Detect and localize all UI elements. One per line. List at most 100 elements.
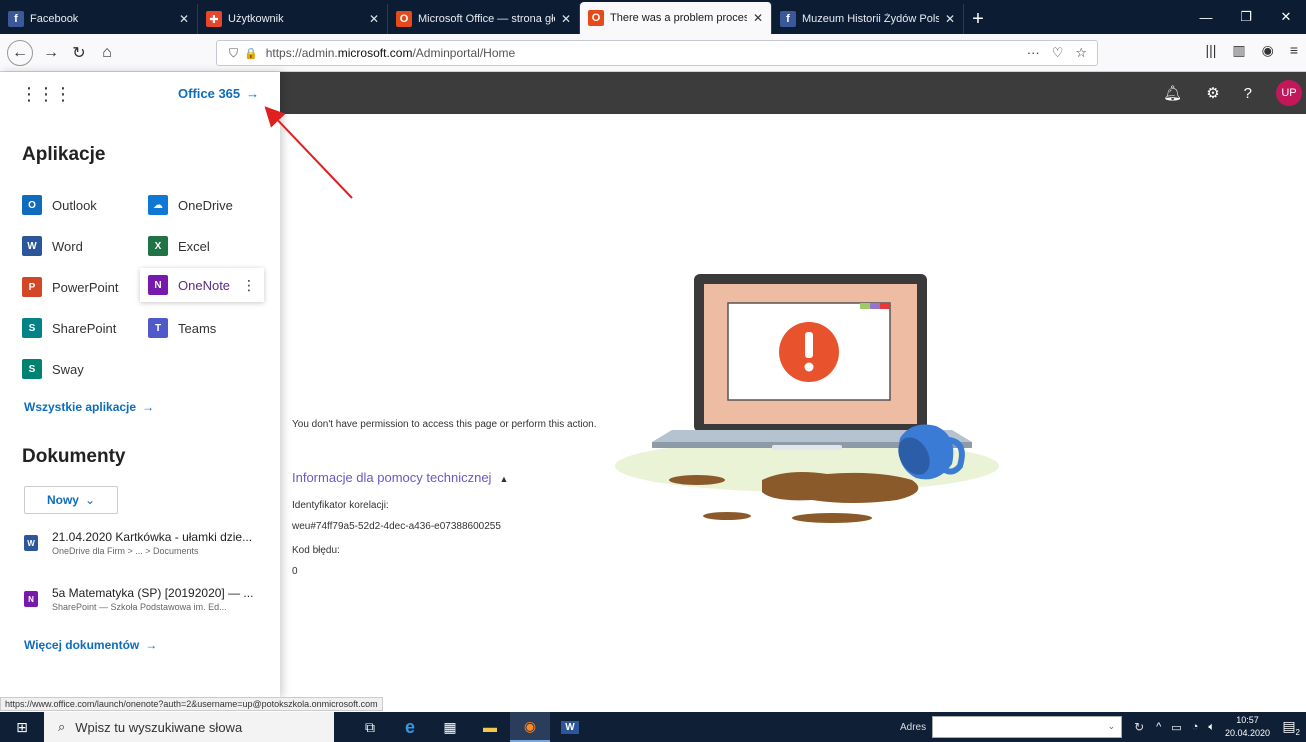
shield-icon[interactable]: ⛉ [229, 46, 238, 61]
office365-link[interactable]: Office 365 → [178, 86, 259, 101]
browser-tab-label: Microsoft Office — strona głów [418, 13, 555, 25]
app-bar-actions: 🔔︎ ⚙ ? UP [1163, 72, 1306, 114]
office-icon: O [396, 11, 412, 27]
network-icon[interactable]: ◔ [1192, 721, 1199, 733]
app-tile-powerpoint[interactable]: P PowerPoint [22, 272, 118, 302]
error-code-value: 0 [292, 566, 298, 577]
apps-heading: Aplikacje [22, 144, 106, 165]
avatar[interactable]: UP [1276, 80, 1302, 106]
app-tile-word[interactable]: W Word [22, 231, 83, 261]
address-input[interactable]: ⌄ [932, 716, 1123, 738]
page-actions-icon[interactable]: ··· [1027, 45, 1040, 61]
word-taskbar-icon[interactable]: W [550, 712, 590, 742]
spilled-coffee [669, 472, 919, 523]
correlation-label: Identyfikator korelacji: [292, 500, 389, 511]
app-tile-teams[interactable]: T Teams [148, 313, 216, 343]
file-explorer-icon[interactable]: ▬ [470, 712, 510, 742]
flag-icon: ✚ [206, 11, 222, 27]
settings-gear-icon[interactable]: ⚙ [1206, 84, 1219, 102]
recent-document[interactable]: N 5a Matematyka (SP) [20192020] — ... Shar… [24, 586, 274, 612]
action-center-icon[interactable]: ▤2 [1282, 718, 1300, 737]
menu-icon[interactable]: ≡ [1290, 42, 1298, 59]
firefox-icon[interactable]: ◉ [510, 712, 550, 742]
restore-icon[interactable]: ❐ [1226, 0, 1266, 34]
windows-start-icon[interactable]: ⊞ [0, 712, 44, 742]
new-document-label: Nowy [46, 493, 79, 507]
browser-tab[interactable]: O There was a problem processin ✕ [580, 2, 772, 34]
chevron-down-icon: ⌄ [84, 493, 96, 507]
app-launcher-waffle-icon[interactable]: ⋮⋮⋮ [20, 84, 72, 105]
help-icon[interactable]: ? [1244, 85, 1252, 102]
browser-tab-label: Użytkownik [228, 13, 284, 25]
account-icon[interactable]: ◉ [1262, 42, 1274, 59]
url-bar[interactable]: ⛉ 🔒 https://admin. microsoft.com/Adminpor… [216, 40, 1098, 66]
more-documents-link[interactable]: Więcej dokumentów → [24, 638, 157, 652]
app-tile-label: Teams [178, 320, 217, 336]
edge-icon[interactable]: e [390, 712, 430, 742]
app-tile-label: PowerPoint [52, 279, 119, 295]
app-tile-outlook[interactable]: O Outlook [22, 190, 97, 220]
document-title: 21.04.2020 Kartkówka - ułamki dzie... [52, 530, 253, 544]
app-tile-sharepoint[interactable]: S SharePoint [22, 313, 116, 343]
support-info-label: Informacje dla pomocy technicznej [292, 470, 492, 485]
minimize-icon[interactable]: — [1186, 0, 1226, 34]
teams-icon: T [148, 318, 168, 338]
status-bar-url: https://www.office.com/launch/onenote?au… [0, 697, 383, 711]
browser-tab[interactable]: f Muzeum Historii Żydów Polskic ✕ [772, 4, 964, 34]
taskbar-pinned-apps: ⧉ e ▦ ▬ ◉ W [350, 712, 590, 742]
app-tile-label: Outlook [52, 197, 97, 213]
facebook-icon: f [780, 11, 796, 27]
library-icon[interactable]: ||| [1205, 42, 1216, 59]
app-tile-sway[interactable]: S Sway [22, 354, 84, 384]
clock-time: 10:57 [1236, 715, 1259, 725]
search-icon: ⌕ [58, 719, 66, 734]
refresh-icon[interactable]: ↻ [1134, 720, 1144, 734]
browser-tab[interactable]: f Facebook ✕ [0, 4, 198, 34]
new-tab-button[interactable]: + [964, 4, 992, 34]
calculator-icon[interactable]: ▦ [430, 712, 470, 742]
system-tray: ^ ▭ ◔ 🔈︎ 10:57 20.04.2020 [1156, 712, 1270, 742]
browser-tab[interactable]: O Microsoft Office — strona głów ✕ [388, 4, 580, 34]
back-arrow-icon[interactable]: ← [7, 39, 33, 66]
office365-link-label: Office 365 [178, 86, 241, 101]
sharepoint-icon: S [22, 318, 42, 338]
close-tab-icon[interactable]: ✕ [945, 12, 955, 26]
all-apps-link[interactable]: Wszystkie aplikacje → [24, 400, 154, 414]
more-options-icon[interactable]: ⋮ [242, 277, 256, 294]
close-tab-icon[interactable]: ✕ [561, 12, 571, 26]
close-window-icon[interactable]: ✕ [1266, 0, 1306, 34]
volume-icon[interactable]: 🔈︎ [1208, 721, 1215, 734]
app-tile-excel[interactable]: X Excel [148, 231, 210, 261]
app-tile-onedrive[interactable]: ☁ OneDrive [148, 190, 233, 220]
windows-taskbar: ⊞ ⌕ Wpisz tu wyszukiwane słowa ⧉ e ▦ ▬ ◉… [0, 712, 1306, 742]
battery-icon[interactable]: ▭ [1171, 721, 1181, 734]
new-document-button[interactable]: Nowy ⌄ [24, 486, 118, 514]
taskbar-search-box[interactable]: ⌕ Wpisz tu wyszukiwane słowa [44, 712, 334, 742]
forward-arrow-icon[interactable]: → [37, 39, 65, 67]
sidebar-icon[interactable]: ▥ [1232, 42, 1245, 59]
task-view-icon[interactable]: ⧉ [350, 712, 390, 742]
close-tab-icon[interactable]: ✕ [179, 12, 189, 26]
document-title: 5a Matematyka (SP) [20192020] — ... [52, 586, 254, 600]
notifications-bell-icon[interactable]: 🔔︎ [1163, 84, 1182, 102]
recent-document[interactable]: W 21.04.2020 Kartkówka - ułamki dzie... On… [24, 530, 274, 556]
correlation-value: weu#74ff79a5-52d2-4dec-a436-e07388600255 [292, 521, 501, 532]
close-tab-icon[interactable]: ✕ [369, 12, 379, 26]
close-tab-icon[interactable]: ✕ [753, 11, 763, 25]
support-info-toggle[interactable]: Informacje dla pomocy technicznej ▲ [292, 470, 508, 485]
outlook-icon: O [22, 195, 42, 215]
chevron-down-icon[interactable]: ⌄ [1108, 721, 1116, 732]
document-location: OneDrive dla Firm > ... > Documents [52, 546, 199, 556]
word-doc-icon: W [24, 535, 38, 551]
tab-list: f Facebook ✕ ✚ Użytkownik ✕ O Microsoft Office … [0, 0, 964, 34]
arrow-right-icon: → [145, 638, 158, 652]
lock-icon[interactable]: 🔒 [244, 47, 258, 60]
home-icon[interactable]: ⌂ [93, 39, 121, 67]
clock[interactable]: 10:57 20.04.2020 [1225, 714, 1270, 740]
bookmark-star-icon[interactable]: ☆ [1075, 45, 1087, 61]
reload-icon[interactable]: ↻ [65, 39, 93, 67]
pocket-icon[interactable]: ♡ [1052, 45, 1064, 61]
chevron-up-icon[interactable]: ^ [1156, 721, 1161, 733]
app-tile-onenote[interactable]: N OneNote ⋮ [140, 268, 264, 302]
browser-tab[interactable]: ✚ Użytkownik ✕ [198, 4, 388, 34]
